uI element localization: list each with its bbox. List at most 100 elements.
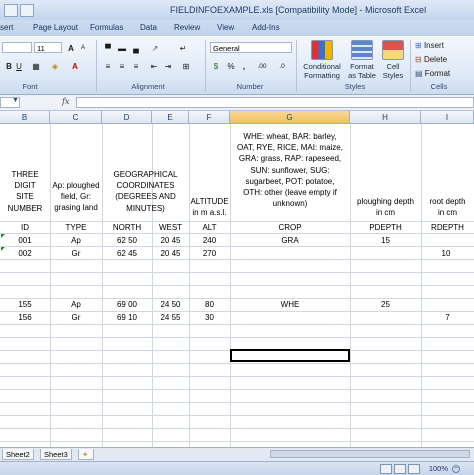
delete-button[interactable]: ⊟ Delete (414, 53, 472, 64)
spreadsheet-grid[interactable]: B C D E F G H I THREE DIGIT SITE NUMBER … (0, 111, 474, 447)
field-cell-id[interactable]: ID (0, 222, 50, 234)
merge-center-icon[interactable]: ⊞ (178, 60, 194, 71)
data-cell[interactable]: 62 45 (102, 248, 152, 260)
font-color-icon[interactable]: A (68, 60, 82, 71)
column-header-G[interactable]: G (230, 111, 350, 124)
tab-insert[interactable]: sert (0, 23, 13, 32)
field-cell-type[interactable]: TYPE (50, 222, 102, 234)
name-box-dropdown-icon[interactable]: ▼ (12, 97, 19, 104)
data-cell[interactable] (421, 235, 474, 247)
data-cell[interactable]: 69 10 (102, 312, 152, 324)
data-cell[interactable]: 20 45 (152, 235, 189, 247)
normal-view-icon[interactable] (380, 464, 392, 474)
data-cell[interactable]: 155 (0, 299, 50, 311)
zoom-level[interactable]: 100% (429, 464, 448, 473)
data-cell[interactable]: GRA (230, 235, 350, 247)
undo-icon[interactable] (20, 4, 34, 17)
column-header-D[interactable]: D (102, 111, 152, 124)
active-cell-selection[interactable] (230, 349, 350, 362)
percent-icon[interactable]: % (226, 60, 236, 71)
data-cell[interactable]: 10 (421, 248, 474, 260)
align-left-icon[interactable]: ≡ (102, 60, 114, 71)
cell-styles-button[interactable]: Cell Styles (380, 40, 406, 80)
data-cell[interactable]: Gr (50, 248, 102, 260)
conditional-formatting-button[interactable]: Conditional Formatting (299, 40, 345, 80)
orientation-icon[interactable]: ↗ (148, 42, 162, 53)
bold-icon[interactable]: B (4, 60, 14, 71)
page-break-view-icon[interactable] (408, 464, 420, 474)
borders-icon[interactable]: ▦ (28, 60, 44, 71)
field-cell-west[interactable]: WEST (152, 222, 189, 234)
data-cell[interactable]: 20 45 (152, 248, 189, 260)
data-cell[interactable]: 24 55 (152, 312, 189, 324)
grow-font-icon[interactable]: A (66, 42, 76, 53)
data-cell[interactable]: 24 50 (152, 299, 189, 311)
decrease-indent-icon[interactable]: ⇤ (148, 60, 160, 71)
align-top-icon[interactable]: ▀ (102, 42, 114, 53)
insert-button[interactable]: ⊞ Insert (414, 39, 472, 50)
data-cell[interactable]: 156 (0, 312, 50, 324)
data-cell[interactable]: 30 (189, 312, 230, 324)
data-cell[interactable] (230, 312, 350, 324)
align-middle-icon[interactable]: ▬ (116, 42, 128, 53)
data-cell[interactable]: 270 (189, 248, 230, 260)
shrink-font-icon[interactable]: A (78, 42, 88, 53)
currency-icon[interactable]: $ (210, 60, 222, 71)
underline-icon[interactable]: U (14, 60, 24, 71)
font-name-combo[interactable] (2, 42, 32, 53)
data-cell[interactable] (350, 248, 421, 260)
header-cell-H[interactable]: ploughing depth in cm (350, 196, 421, 220)
header-cell-DE[interactable]: GEOGRAPHICAL COORDINATES (DEGREES AND MI… (102, 169, 189, 220)
data-cell[interactable] (350, 312, 421, 324)
column-header-C[interactable]: C (50, 111, 102, 124)
data-cell[interactable]: Gr (50, 312, 102, 324)
zoom-out-icon[interactable]: − (452, 465, 460, 473)
column-header-I[interactable]: I (421, 111, 474, 124)
align-bottom-icon[interactable]: ▄ (130, 42, 142, 53)
data-cell[interactable]: 69 00 (102, 299, 152, 311)
header-cell-I[interactable]: root depth in cm (421, 196, 474, 220)
tab-review[interactable]: Review (174, 23, 200, 32)
data-cell[interactable] (230, 248, 350, 260)
format-button[interactable]: ▤ Format (414, 67, 472, 78)
header-cell-B[interactable]: THREE DIGIT SITE NUMBER (0, 169, 50, 220)
save-icon[interactable] (4, 4, 18, 17)
decrease-decimal-icon[interactable]: .0 (274, 60, 290, 71)
field-cell-north[interactable]: NORTH (102, 222, 152, 234)
page-layout-view-icon[interactable] (394, 464, 406, 474)
align-center-icon[interactable]: ≡ (116, 60, 128, 71)
column-header-F[interactable]: F (189, 111, 230, 124)
header-cell-F[interactable]: ALTITUDE in m a.s.l. (189, 196, 230, 220)
header-cell-G[interactable]: WHE: wheat, BAR: barley, OAT, RYE, RICE,… (230, 131, 350, 220)
data-cell[interactable]: Ap (50, 235, 102, 247)
font-size-combo[interactable]: 11 (34, 42, 62, 53)
wrap-text-icon[interactable]: ↵ (176, 42, 190, 53)
field-cell-pdepth[interactable]: PDEPTH (350, 222, 421, 234)
column-header-B[interactable]: B (0, 111, 50, 124)
format-as-table-button[interactable]: Format as Table (347, 40, 377, 80)
insert-function-icon[interactable]: fx (62, 97, 69, 106)
tab-page-layout[interactable]: Page Layout (33, 23, 78, 32)
tab-formulas[interactable]: Formulas (90, 23, 123, 32)
tab-view[interactable]: View (217, 23, 234, 32)
align-right-icon[interactable]: ≡ (130, 60, 142, 71)
increase-indent-icon[interactable]: ⇥ (162, 60, 174, 71)
tab-add-ins[interactable]: Add-Ins (252, 23, 280, 32)
fill-color-icon[interactable]: ◈ (48, 60, 62, 71)
data-cell[interactable] (421, 299, 474, 311)
data-cell[interactable]: WHE (230, 299, 350, 311)
header-cell-C[interactable]: Ap: ploughed field, Gr: grasing land (50, 180, 102, 220)
tab-data[interactable]: Data (140, 23, 157, 32)
column-header-H[interactable]: H (350, 111, 421, 124)
column-header-E[interactable]: E (152, 111, 189, 124)
field-cell-crop[interactable]: CROP (230, 222, 350, 234)
data-cell[interactable]: 7 (421, 312, 474, 324)
data-cell[interactable]: 002 (0, 248, 50, 260)
data-cell[interactable]: 80 (189, 299, 230, 311)
data-cell[interactable]: Ap (50, 299, 102, 311)
horizontal-scrollbar[interactable] (270, 450, 470, 458)
number-format-combo[interactable]: General (210, 42, 292, 53)
field-cell-rdepth[interactable]: RDEPTH (421, 222, 474, 234)
data-cell[interactable]: 15 (350, 235, 421, 247)
data-cell[interactable]: 001 (0, 235, 50, 247)
